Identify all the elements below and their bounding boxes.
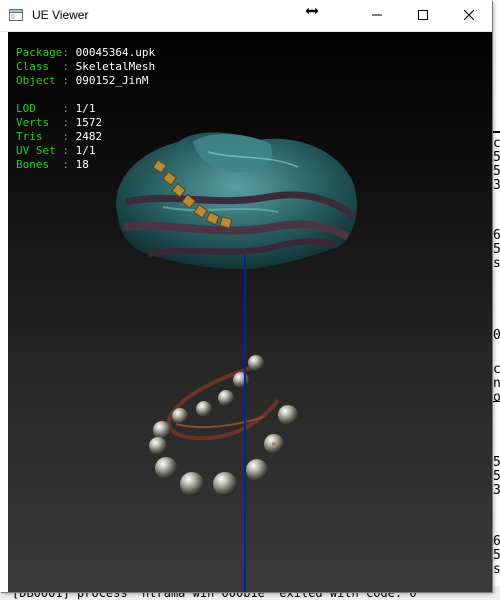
info-row-package: Package: 00045364.upk	[16, 46, 155, 60]
resize-cursor-icon	[304, 6, 320, 16]
console-fragment: 5	[493, 242, 500, 257]
console-fragment: 5	[493, 150, 500, 165]
mesh-info-panel: Package: 00045364.upk Class : SkeletalMe…	[16, 46, 155, 172]
close-icon	[464, 10, 474, 20]
info-label: Package:	[16, 46, 76, 59]
window-title: UE Viewer	[32, 8, 89, 22]
info-label: Verts :	[16, 116, 76, 129]
maximize-button[interactable]	[400, 0, 446, 31]
info-label: Object :	[16, 74, 76, 87]
console-fragment: 5	[493, 164, 500, 179]
console-fragment: 6	[493, 228, 500, 243]
console-fragment: n	[493, 376, 500, 391]
info-row-uvset: UV Set : 1/1	[16, 144, 155, 158]
console-fragment: o	[493, 390, 500, 405]
info-row-bones: Bones : 18	[16, 158, 155, 172]
z-axis-line	[244, 255, 246, 592]
info-value: SkeletalMesh	[75, 60, 156, 73]
console-fragment: s	[493, 562, 500, 577]
console-fragment: s	[493, 256, 500, 271]
title-bar[interactable]: UE Viewer	[0, 0, 492, 32]
info-value: 1572	[75, 116, 103, 129]
console-fragment: 0	[493, 328, 500, 343]
console-fragment: 3	[493, 178, 500, 193]
info-label: Bones :	[16, 158, 76, 171]
info-row-lod: LOD : 1/1	[16, 102, 155, 116]
info-value: 2482	[75, 130, 103, 143]
console-fragment: c	[493, 362, 500, 377]
info-value: 1/1	[75, 144, 96, 157]
info-value: 1/1	[75, 102, 96, 115]
console-fragment: 6	[493, 534, 500, 549]
info-value: 00045364.upk	[75, 46, 156, 59]
console-divider	[492, 401, 500, 402]
close-button[interactable]	[446, 0, 492, 31]
console-fragment: 5	[493, 548, 500, 563]
ue-viewer-window[interactable]: UE Viewer Package: 00045364.upk Class: …	[0, 0, 492, 592]
console-fragment: 5	[493, 455, 500, 470]
minimize-icon	[372, 14, 382, 16]
3d-viewport[interactable]: Package: 00045364.upk Class : SkeletalMe…	[8, 32, 492, 592]
info-row-verts: Verts : 1572	[16, 116, 155, 130]
info-value: 18	[75, 158, 89, 171]
info-value: 090152_JinM	[75, 74, 149, 87]
info-label: UV Set :	[16, 144, 76, 157]
console-fragment: 3	[493, 483, 500, 498]
info-label: LOD :	[16, 102, 76, 115]
info-row-class: Class : SkeletalMesh	[16, 60, 155, 74]
console-divider	[492, 131, 500, 133]
app-window-icon	[9, 9, 23, 21]
info-label: Class :	[16, 60, 76, 73]
info-row-object: Object : 090152_JinM	[16, 74, 155, 88]
info-label: Tris :	[16, 130, 76, 143]
info-row-tris: Tris : 2482	[16, 130, 155, 144]
console-fragment: c	[493, 136, 500, 151]
console-fragment: 5	[493, 469, 500, 484]
minimize-button[interactable]	[354, 0, 400, 31]
maximize-icon	[418, 10, 428, 20]
